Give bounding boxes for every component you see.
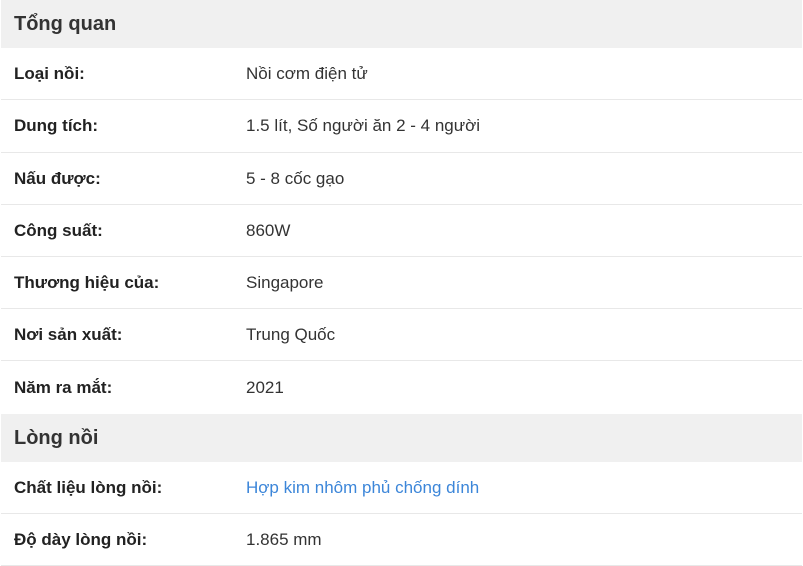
section-title: Lòng nồi [14, 426, 99, 449]
spec-label: Độ dày lòng nồi: [14, 529, 148, 549]
spec-label: Dung tích: [14, 116, 99, 135]
spec-value: 1.865 mm [246, 529, 322, 549]
spec-row-dung-tich: Dung tích: 1.5 lít, Số người ăn 2 - 4 ng… [1, 100, 802, 153]
spec-label: Công suất: [14, 220, 103, 240]
spec-value: 2021 [246, 377, 284, 397]
spec-value: Singapore [246, 272, 324, 292]
spec-table: Tổng quan Loại nồi: Nồi cơm điện tử Dung… [1, 0, 802, 566]
spec-row-nau-duoc: Nấu được: 5 - 8 cốc gạo [1, 153, 802, 205]
spec-row-cong-suat: Công suất: 860W [1, 205, 802, 257]
section-header-long-noi: Lòng nồi [1, 414, 802, 462]
spec-row-chat-lieu: Chất liệu lòng nồi: Hợp kim nhôm phủ chố… [1, 462, 802, 514]
spec-value: Nồi cơm điện tử [246, 63, 368, 83]
spec-label: Năm ra mắt: [14, 377, 113, 397]
spec-value: Trung Quốc [246, 324, 336, 344]
spec-label: Loại nồi: [14, 63, 85, 83]
section-header-tong-quan: Tổng quan [1, 0, 802, 48]
spec-label: Chất liệu lòng nồi: [14, 477, 163, 497]
spec-value: 1.5 lít, Số người ăn 2 - 4 người [246, 116, 481, 135]
section-title: Tổng quan [14, 12, 117, 35]
spec-label: Nấu được: [14, 168, 101, 188]
spec-value: 860W [246, 220, 291, 240]
spec-value: 5 - 8 cốc gạo [246, 168, 345, 188]
spec-label: Nơi sản xuất: [14, 324, 123, 344]
spec-row-thuong-hieu: Thương hiệu của: Singapore [1, 257, 802, 309]
spec-row-noi-san-xuat: Nơi sản xuất: Trung Quốc [1, 309, 802, 361]
spec-row-loai-noi: Loại nồi: Nồi cơm điện tử [1, 48, 802, 100]
spec-row-nam-ra-mat: Năm ra mắt: 2021 [1, 361, 802, 414]
spec-row-do-day: Độ dày lòng nồi: 1.865 mm [1, 514, 802, 566]
spec-label: Thương hiệu của: [14, 272, 160, 292]
spec-value-link[interactable]: Hợp kim nhôm phủ chống dính [246, 478, 802, 498]
